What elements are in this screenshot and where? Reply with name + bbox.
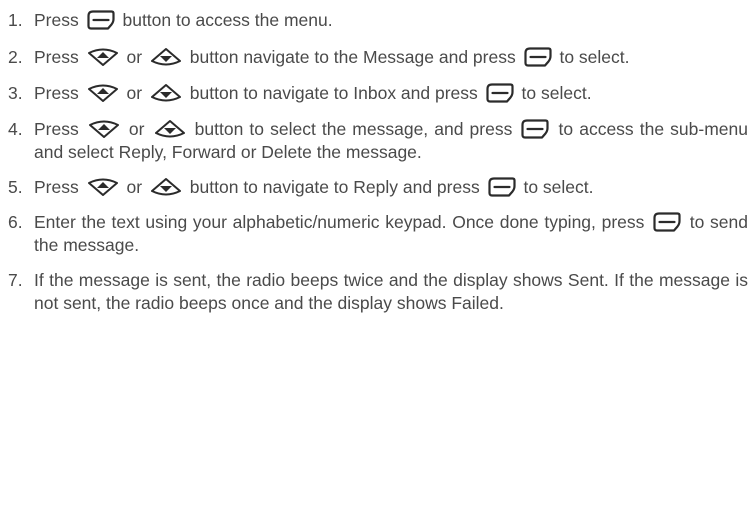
step-number: 7.	[8, 269, 23, 290]
menu-button-icon	[521, 118, 550, 139]
menu-button-icon	[486, 82, 514, 103]
step-text: If the message is sent, the radio beeps …	[34, 269, 748, 315]
step-text-segment: to select.	[523, 176, 594, 197]
list-item: 3. Press or button to navigate to Inbox a…	[8, 82, 748, 105]
step-text-segment: Press	[34, 118, 79, 139]
menu-button-icon	[523, 46, 552, 67]
step-text-segment: Enter the text using your alphabetic/num…	[34, 211, 645, 232]
step-number: 4.	[8, 118, 23, 139]
step-number: 3.	[8, 82, 23, 103]
list-item: 6. Enter the text using your alphabetic/n…	[8, 211, 748, 257]
step-text-segment: If the message is sent, the radio beeps …	[34, 269, 748, 313]
step-text-segment: button to navigate to Inbox and press	[189, 82, 478, 103]
down-button-icon	[153, 119, 187, 139]
step-text: Press or button to select the message, a…	[34, 118, 748, 164]
step-text-segment: Press	[34, 46, 79, 67]
menu-button-icon	[487, 176, 516, 197]
instruction-list: 1. Press button to access the menu. 2. Pre…	[0, 0, 756, 511]
down-button-icon	[149, 47, 183, 67]
step-text: Press or button to navigate to Inbox and…	[34, 82, 748, 105]
step-text-segment: to select.	[559, 46, 630, 67]
up-button-icon	[86, 47, 120, 67]
step-number: 2.	[8, 46, 23, 67]
step-text-segment: button navigate to the Message and press	[189, 46, 516, 67]
step-number: 5.	[8, 176, 23, 197]
step-text-segment: Press	[34, 82, 79, 103]
up-button-icon	[87, 119, 121, 139]
step-text: Press or button to navigate to Reply and…	[34, 176, 748, 199]
list-item: 4. Press or button to select the message,…	[8, 118, 748, 164]
menu-button-icon	[87, 10, 115, 30]
step-text-segment: or	[126, 176, 143, 197]
step-text-segment: Press	[34, 10, 79, 30]
list-item: 7. If the message is sent, the radio beep…	[8, 269, 748, 315]
up-button-icon	[86, 177, 120, 197]
step-text-segment: or	[126, 46, 143, 67]
step-text-segment: button to access the menu.	[122, 10, 333, 30]
step-text-segment: Press	[34, 176, 79, 197]
step-text-segment: to select.	[521, 82, 592, 103]
step-text: Press button to access the menu.	[34, 9, 748, 32]
step-text-segment: or	[126, 82, 143, 103]
list-item: 5. Press or button to navigate to Reply a…	[8, 176, 748, 199]
step-text: Press or button navigate to the Message …	[34, 46, 748, 69]
step-text-segment: button to select the message, and press	[194, 118, 513, 139]
down-button-icon	[149, 83, 183, 103]
step-number: 6.	[8, 211, 23, 232]
list-item: 1. Press button to access the menu.	[8, 9, 748, 32]
up-button-icon	[86, 83, 120, 103]
list-item: 2. Press or button navigate to the Messag…	[8, 46, 748, 69]
step-text-segment: or	[128, 118, 145, 139]
down-button-icon	[149, 177, 183, 197]
menu-button-icon	[653, 211, 681, 232]
step-number: 1.	[8, 10, 23, 30]
step-text-segment: button to navigate to Reply and press	[189, 176, 480, 197]
step-text: Enter the text using your alphabetic/num…	[34, 211, 748, 257]
